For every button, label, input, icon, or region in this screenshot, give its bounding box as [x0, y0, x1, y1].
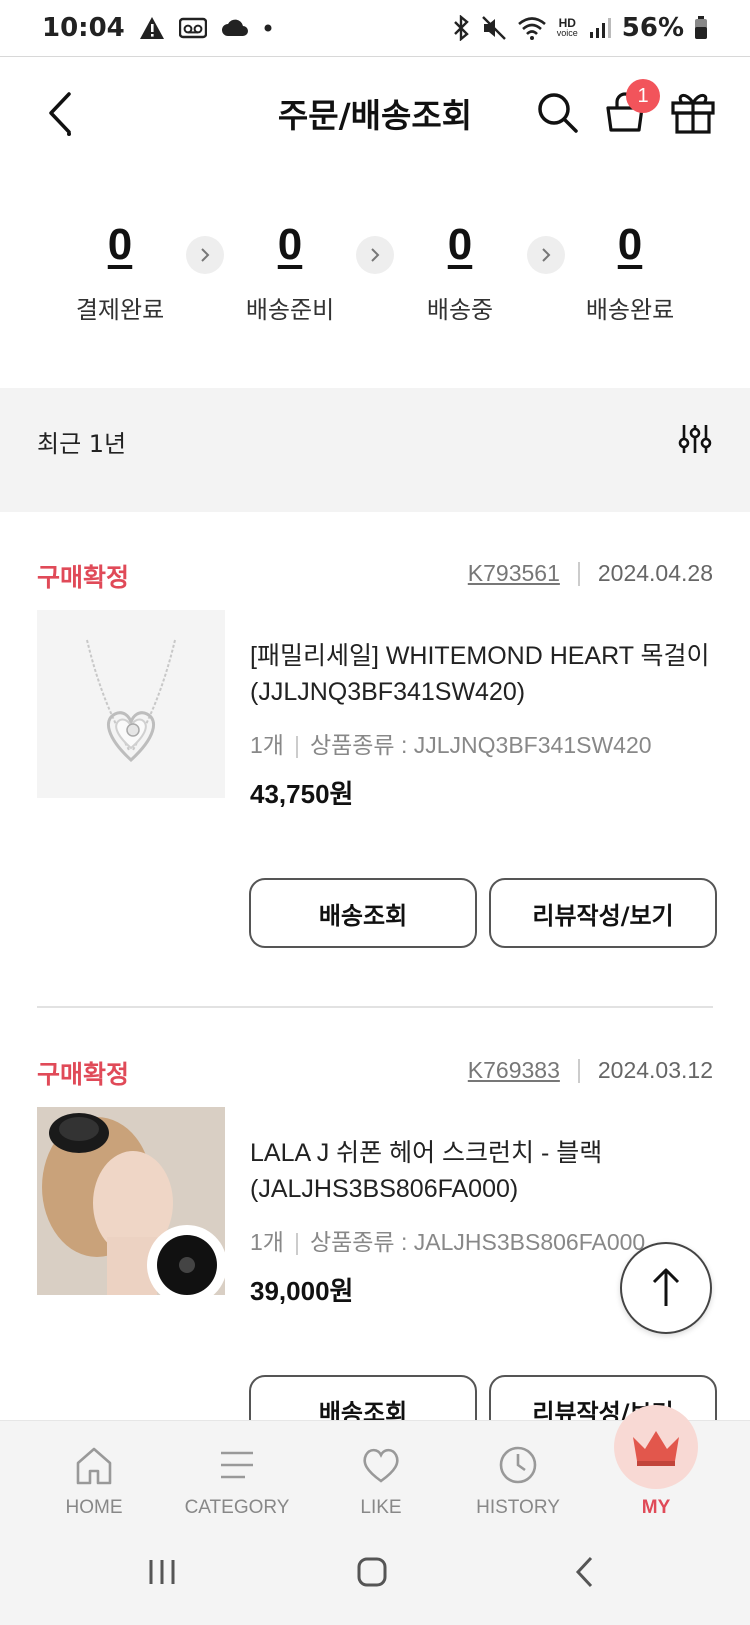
- nav-my[interactable]: MY: [586, 1405, 726, 1521]
- filter-settings-button[interactable]: [678, 422, 714, 458]
- step-label: 배송중: [426, 296, 494, 324]
- step-label: 배송완료: [585, 296, 675, 324]
- order-meta: K769383 2024.03.12: [468, 1057, 713, 1084]
- order-meta: K793561 2024.04.28: [468, 560, 713, 587]
- nav-label: MY: [641, 1497, 671, 1518]
- home-system-button[interactable]: [347, 1550, 397, 1594]
- write-review-button[interactable]: 리뷰작성/보기: [489, 878, 717, 948]
- battery-percent: 56%: [621, 13, 684, 43]
- hd-voice-icon: HD voice: [556, 16, 578, 38]
- status-bar-left: 10:04: [42, 13, 273, 43]
- mute-icon: [481, 16, 506, 40]
- product-image-necklace[interactable]: [37, 610, 225, 798]
- product-name[interactable]: LALA J 쉬폰 헤어 스크런치 - 블랙 (JALJHS3BS806FA00…: [250, 1135, 710, 1207]
- cloud-icon: [221, 19, 248, 36]
- step-paid[interactable]: 0 결제완료: [35, 220, 205, 325]
- order-date: 2024.04.28: [597, 560, 713, 586]
- meta-divider: [577, 561, 580, 586]
- product-option: 상품종류 : JJLJNQ3BF341SW420: [309, 732, 652, 758]
- step-count: 0: [107, 220, 133, 269]
- cart-count-badge: 1: [626, 79, 660, 113]
- battery-icon: [695, 16, 707, 39]
- gift-button[interactable]: [668, 85, 718, 139]
- nav-history[interactable]: HISTORY: [448, 1421, 588, 1521]
- system-back-button[interactable]: [560, 1550, 610, 1594]
- nav-label: LIKE: [360, 1497, 402, 1518]
- step-count: 0: [447, 220, 473, 269]
- step-label: 배송준비: [245, 296, 335, 324]
- clock-icon: [499, 1446, 537, 1484]
- order-number-link[interactable]: K793561: [468, 560, 560, 587]
- my-highlight: [614, 1405, 698, 1489]
- app-header: 주문/배송조회 1: [0, 57, 750, 167]
- nav-category[interactable]: CATEGORY: [167, 1421, 307, 1521]
- meta-divider: [577, 1058, 580, 1083]
- order-status: 구매확정: [37, 1060, 130, 1089]
- gift-icon: [671, 94, 715, 134]
- crown-icon: [633, 1431, 679, 1466]
- cart-button[interactable]: 1: [600, 79, 660, 139]
- product-image-scrunchie[interactable]: [37, 1107, 225, 1295]
- status-bar-right: HD voice 56%: [451, 13, 708, 43]
- product-price: 43,750원: [250, 779, 354, 809]
- home-square-icon: [357, 1557, 387, 1587]
- product-option: 상품종류 : JALJHS3BS806FA000: [309, 1229, 646, 1255]
- recent-apps-button[interactable]: [137, 1550, 187, 1594]
- search-button[interactable]: [532, 85, 582, 139]
- nav-label: CATEGORY: [184, 1497, 290, 1518]
- product-qty: 1개: [250, 1229, 284, 1255]
- order-date: 2024.03.12: [597, 1057, 713, 1083]
- track-delivery-button[interactable]: 배송조회: [249, 878, 477, 948]
- sliders-icon: [678, 425, 712, 453]
- home-icon: [76, 1447, 112, 1485]
- option-divider: [295, 735, 298, 758]
- nav-label: HOME: [65, 1497, 123, 1518]
- order-number-link[interactable]: K769383: [468, 1057, 560, 1084]
- step-count: 0: [617, 220, 643, 269]
- step-count: 0: [277, 220, 303, 269]
- step-delivered[interactable]: 0 배송완료: [545, 220, 715, 325]
- nav-like[interactable]: LIKE: [311, 1421, 451, 1521]
- back-arrow-icon: [575, 1556, 593, 1588]
- period-filter-bar: 최근 1년: [0, 388, 750, 512]
- necklace-image: [37, 610, 225, 798]
- arrow-up-icon: [652, 1268, 680, 1306]
- heart-icon: [363, 1448, 399, 1483]
- step-preparing[interactable]: 0 배송준비: [205, 220, 375, 325]
- menu-icon: [221, 1451, 253, 1479]
- step-label: 결제완료: [75, 296, 165, 324]
- order-divider: [37, 1006, 713, 1008]
- system-navigation-bar: [0, 1520, 750, 1625]
- hd-label: HD: [558, 16, 576, 30]
- order-actions: 배송조회 리뷰작성/보기: [249, 878, 717, 948]
- bluetooth-icon: [453, 15, 469, 41]
- bottom-navigation: HOME CATEGORY LIKE HISTORY MY: [0, 1405, 750, 1521]
- signal-icon: [589, 18, 611, 38]
- nav-label: HISTORY: [476, 1497, 560, 1518]
- nav-home[interactable]: HOME: [24, 1421, 164, 1521]
- order-status: 구매확정: [37, 563, 130, 592]
- product-qty: 1개: [250, 732, 284, 758]
- order-card: 구매확정 K793561 2024.04.28 [패밀리세일] WHITEMON…: [0, 558, 750, 1018]
- option-divider: [295, 1232, 298, 1255]
- dot-icon: [264, 24, 272, 32]
- status-bar: 10:04 HD voice 56%: [0, 0, 750, 56]
- scrunchie-model-image: [37, 1107, 225, 1295]
- period-filter-label[interactable]: 최근 1년: [37, 424, 126, 459]
- recent-apps-icon: [149, 1560, 175, 1584]
- search-icon: [538, 93, 578, 133]
- product-info: [패밀리세일] WHITEMOND HEART 목걸이 (JJLJNQ3BF34…: [250, 638, 710, 811]
- warning-icon: [139, 17, 164, 39]
- product-name[interactable]: [패밀리세일] WHITEMOND HEART 목걸이 (JJLJNQ3BF34…: [250, 638, 710, 710]
- voice-label: voice: [556, 28, 578, 38]
- order-status-summary: 0 결제완료 0 배송준비 0 배송중 0 배송완료: [0, 200, 750, 340]
- wifi-icon: [517, 17, 546, 40]
- scroll-to-top-button[interactable]: [620, 1242, 712, 1334]
- product-options: 1개 상품종류 : JJLJNQ3BF341SW420: [250, 726, 710, 760]
- step-shipping[interactable]: 0 배송중: [375, 220, 545, 325]
- voicemail-icon: [178, 17, 207, 39]
- status-time: 10:04: [42, 13, 125, 43]
